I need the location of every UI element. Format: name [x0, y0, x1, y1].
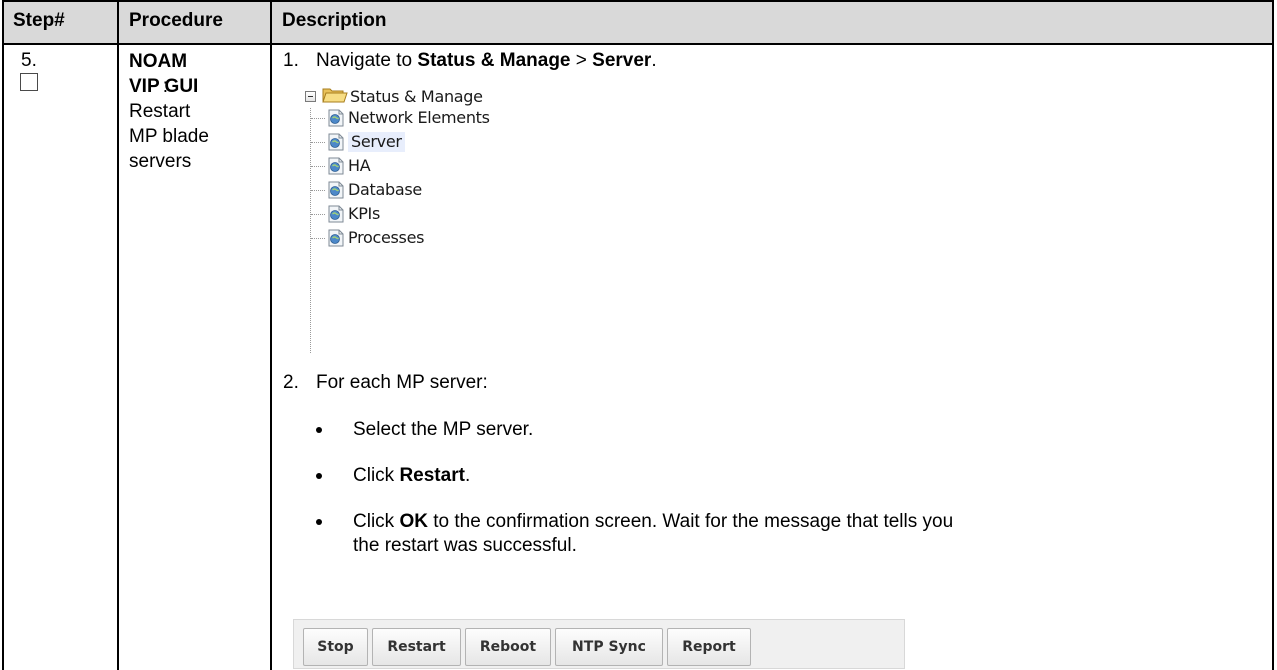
procedure-line-2: MP blade: [129, 126, 209, 147]
bullet-3-post: to the confirmation screen. Wait for the…: [427, 511, 954, 532]
bullet-2-post: .: [464, 465, 471, 486]
column-divider-step: [117, 0, 119, 670]
tree-branch-connector: [311, 190, 325, 191]
open-folder-icon: [322, 88, 348, 103]
bullet-2-restart: Restart: [399, 465, 465, 486]
reboot-button[interactable]: Reboot: [465, 628, 551, 666]
step-1-number: 1.: [283, 50, 299, 71]
ntp-sync-button[interactable]: NTP Sync: [555, 628, 663, 666]
column-divider-procedure: [270, 0, 272, 670]
bullet-icon: [316, 519, 322, 525]
table-top-border: [2, 0, 1274, 2]
procedure-title-lines: X GUI: Restart MP blade servers: [129, 49, 209, 174]
tree-branch-connector: [311, 238, 325, 239]
bullet-3-pre: Click: [353, 511, 400, 532]
tree-item-server[interactable]: Server: [348, 132, 405, 152]
bullet-icon: [316, 473, 322, 479]
table-header-divider: [2, 43, 1274, 45]
bullet-3-text: Click OK to the confirmation screen. Wai…: [353, 510, 953, 534]
tree-item-database[interactable]: Database: [348, 180, 422, 200]
tree-item-processes[interactable]: Processes: [348, 228, 424, 248]
step-2-text: For each MP server:: [316, 372, 488, 393]
header-description: Description: [282, 10, 387, 31]
page-link-icon: [328, 157, 344, 175]
bullet-3-ok: OK: [399, 511, 428, 532]
header-step: Step#: [13, 10, 65, 31]
restart-button[interactable]: Restart: [372, 628, 461, 666]
tree-branch-connector: [311, 142, 325, 143]
tree-root-label[interactable]: Status & Manage: [350, 87, 483, 107]
report-button[interactable]: Report: [667, 628, 751, 666]
tree-item-network-elements[interactable]: Network Elements: [348, 108, 490, 128]
bullet-2-text: Click Restart.: [353, 464, 470, 488]
step-1-status-manage: Status & Manage: [417, 50, 571, 71]
page-link-icon: [328, 205, 344, 223]
table-right-border: [1272, 0, 1274, 670]
step-1-server: Server: [592, 50, 652, 71]
tree-item-kpis[interactable]: KPIs: [348, 204, 380, 224]
bullet-1-text: Select the MP server.: [353, 419, 534, 440]
page-link-icon: [328, 181, 344, 199]
bullet-2-pre: Click: [353, 465, 400, 486]
page-link-icon: [328, 229, 344, 247]
step-number: 5.: [21, 50, 37, 71]
collapse-toggle-icon[interactable]: [305, 91, 316, 102]
tree-branch-connector: [311, 214, 325, 215]
step-1-pre: Navigate to: [316, 50, 418, 71]
step-1-separator: >: [570, 50, 593, 71]
page-link-icon: [328, 109, 344, 127]
table-left-border: [2, 0, 4, 670]
tree-vertical-connector: [310, 108, 311, 353]
step-1-period: .: [651, 50, 657, 71]
step-2-number: 2.: [283, 372, 299, 393]
tree-item-ha[interactable]: HA: [348, 156, 371, 176]
step-checkbox[interactable]: [20, 73, 38, 91]
page-link-icon: [328, 133, 344, 151]
bullet-3-line-2: the restart was successful.: [353, 535, 577, 556]
procedure-line-1: Restart: [129, 101, 191, 122]
bullet-icon: [316, 427, 322, 433]
procedure-colon: :: [162, 76, 169, 97]
step-1-text: Navigate to Status & Manage > Server.: [316, 49, 657, 73]
stop-button[interactable]: Stop: [303, 628, 368, 666]
tree-branch-connector: [311, 118, 325, 119]
tree-branch-connector: [311, 166, 325, 167]
header-procedure: Procedure: [129, 10, 223, 31]
procedure-line-3: servers: [129, 151, 192, 172]
